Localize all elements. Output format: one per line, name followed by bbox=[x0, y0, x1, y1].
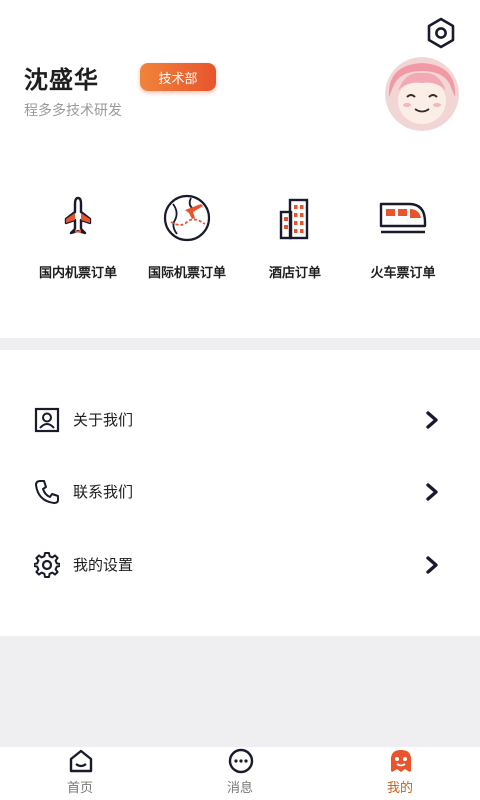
department-badge: 技术部 bbox=[140, 63, 216, 91]
empty-area bbox=[0, 636, 480, 747]
settings-icon[interactable] bbox=[424, 16, 458, 50]
tab-mine[interactable]: 我的 bbox=[350, 747, 450, 800]
tab-messages[interactable]: 消息 bbox=[190, 747, 290, 800]
order-label: 国际机票订单 bbox=[147, 266, 226, 281]
profile-icon bbox=[391, 750, 411, 772]
tab-label: 我的 bbox=[386, 781, 413, 796]
menu-item-label: 我的设置 bbox=[73, 556, 134, 574]
order-label: 国内机票订单 bbox=[38, 266, 117, 281]
message-icon bbox=[228, 748, 254, 774]
chevron-right-icon bbox=[426, 556, 438, 574]
menu-item-label: 关于我们 bbox=[73, 411, 134, 429]
order-label: 酒店订单 bbox=[268, 266, 321, 281]
gear-icon bbox=[34, 552, 60, 578]
train-icon bbox=[379, 202, 427, 234]
tab-home[interactable]: 首页 bbox=[30, 747, 130, 800]
phone-icon bbox=[35, 480, 59, 504]
avatar[interactable] bbox=[385, 57, 459, 131]
order-label: 火车票订单 bbox=[370, 266, 436, 281]
domestic-flight-orders[interactable]: 国内机票订单 bbox=[18, 192, 138, 292]
airplane-icon bbox=[64, 196, 92, 235]
menu-item-contact-us[interactable]: 联系我们 bbox=[0, 462, 480, 522]
chevron-right-icon bbox=[426, 483, 438, 501]
menu-item-my-settings[interactable]: 我的设置 bbox=[0, 535, 480, 595]
train-orders[interactable]: 火车票订单 bbox=[343, 192, 463, 292]
tab-label: 首页 bbox=[66, 781, 93, 796]
section-divider bbox=[0, 338, 480, 350]
company-name: 程多多技术研发 bbox=[24, 103, 122, 119]
globe-airplane-icon bbox=[163, 194, 211, 242]
menu-item-about-us[interactable]: 关于我们 bbox=[0, 390, 480, 450]
international-flight-orders[interactable]: 国际机票订单 bbox=[127, 192, 247, 292]
menu-item-label: 联系我们 bbox=[73, 483, 134, 501]
tab-label: 消息 bbox=[226, 781, 253, 796]
bottom-tab-bar: 首页 消息 我的 bbox=[0, 747, 480, 800]
chevron-right-icon bbox=[426, 411, 438, 429]
user-card-icon bbox=[34, 407, 60, 433]
hotel-orders[interactable]: 酒店订单 bbox=[235, 192, 355, 292]
user-name: 沈盛华 bbox=[24, 66, 99, 94]
building-icon bbox=[279, 198, 309, 240]
home-icon bbox=[69, 749, 93, 773]
